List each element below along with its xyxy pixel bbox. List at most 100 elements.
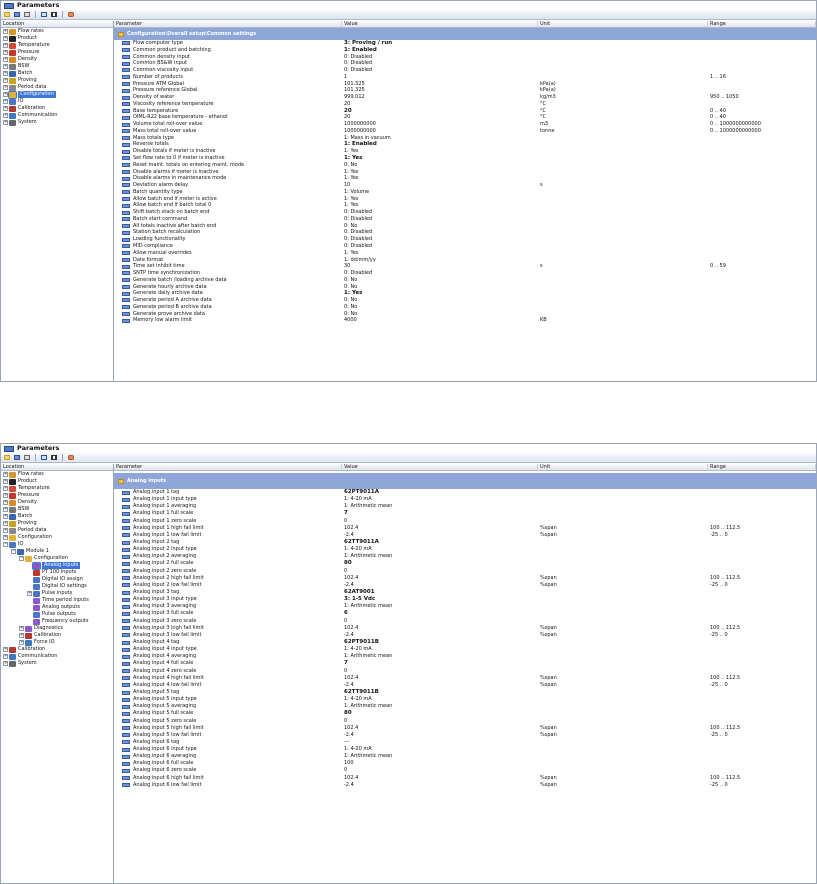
unit-column-header[interactable]: Unit bbox=[538, 21, 708, 28]
parameter-row[interactable]: Allow batch end if meter is active 1: Yes bbox=[114, 196, 816, 203]
tree-item[interactable]: PT 100 inputs bbox=[1, 569, 113, 576]
parameter-row[interactable]: Allow batch end if batch total 0 1: Yes bbox=[114, 202, 816, 209]
parameter-row[interactable]: Analog input 2 high fail limit 102.4 %span… bbox=[114, 575, 816, 582]
value-cell[interactable]: 0 bbox=[342, 618, 538, 625]
tree-item[interactable]: + Calibration bbox=[1, 632, 113, 639]
expand-icon[interactable]: + bbox=[3, 507, 8, 512]
section-header[interactable]: Configuration\Overall setup\Common setti… bbox=[114, 28, 816, 40]
expand-icon[interactable]: + bbox=[3, 92, 8, 97]
columns-icon[interactable] bbox=[50, 454, 58, 462]
tree-item[interactable]: Analog outputs bbox=[1, 604, 113, 611]
value-cell[interactable]: 1: Yes bbox=[342, 175, 538, 182]
value-cell[interactable]: 101.325 bbox=[342, 81, 538, 88]
expand-icon[interactable]: + bbox=[3, 120, 8, 125]
parameter-row[interactable]: Analog input 3 input type 3: 1-5 Vdc bbox=[114, 596, 816, 603]
value-cell[interactable]: 101.325 bbox=[342, 87, 538, 94]
expand-icon[interactable]: + bbox=[3, 113, 8, 118]
tree-icon[interactable] bbox=[40, 454, 48, 462]
parameter-row[interactable]: Station batch recalculation 0: Disabled bbox=[114, 229, 816, 236]
parameter-row[interactable]: Analog input 1 full scale 7 bbox=[114, 510, 816, 517]
expand-icon[interactable]: + bbox=[3, 71, 8, 76]
parameter-row[interactable]: Common product and batching 1: Enabled bbox=[114, 47, 816, 54]
value-cell[interactable]: -2.4 bbox=[342, 682, 538, 689]
tree-item[interactable]: + Diagnostics bbox=[1, 625, 113, 632]
value-cell[interactable]: 100 bbox=[342, 760, 538, 767]
value-cell[interactable]: 1: Arithmetic mean bbox=[342, 753, 538, 760]
value-cell[interactable]: 20 bbox=[342, 114, 538, 121]
collapse-icon[interactable]: − bbox=[19, 556, 24, 561]
tree-item[interactable]: + Calibration bbox=[1, 646, 113, 653]
value-cell[interactable]: -2.4 bbox=[342, 732, 538, 739]
value-cell[interactable]: 0: No bbox=[342, 297, 538, 304]
tree-item[interactable]: + Pressure bbox=[1, 49, 113, 56]
parameter-row[interactable]: Analog input 4 high fail limit 102.4 %span… bbox=[114, 675, 816, 682]
parameter-row[interactable]: Generate batch /loading archive data 0: N… bbox=[114, 277, 816, 284]
value-cell[interactable]: 80 bbox=[342, 560, 538, 567]
expand-icon[interactable]: + bbox=[3, 106, 8, 111]
value-cell[interactable]: --- bbox=[342, 739, 538, 746]
value-cell[interactable]: -2.4 bbox=[342, 532, 538, 539]
range-column-header[interactable]: Range bbox=[708, 21, 816, 28]
tree-item[interactable]: + Period data bbox=[1, 527, 113, 534]
parameter-row[interactable]: Analog input 2 averaging 1: Arithmetic me… bbox=[114, 553, 816, 560]
value-cell[interactable]: 0 bbox=[342, 668, 538, 675]
tree-item[interactable]: + Temperature bbox=[1, 42, 113, 49]
value-cell[interactable]: 1: Yes bbox=[342, 196, 538, 203]
value-cell[interactable]: 102.4 bbox=[342, 625, 538, 632]
parameter-row[interactable]: Base temperature 20 °C 0 .. 40 bbox=[114, 108, 816, 115]
value-column-header[interactable]: Value bbox=[342, 464, 538, 471]
parameter-row[interactable]: Batch start command 0: Disabled bbox=[114, 216, 816, 223]
parameter-row[interactable]: Analog input 4 tag 62PT9011B bbox=[114, 639, 816, 646]
tree-item[interactable]: + Flow rates bbox=[1, 28, 113, 35]
expand-icon[interactable]: + bbox=[3, 535, 8, 540]
tree-icon[interactable] bbox=[40, 11, 48, 19]
parameter-row[interactable]: Viscosity reference temperature 20 °C bbox=[114, 101, 816, 108]
tree-item[interactable]: + Force IO bbox=[1, 639, 113, 646]
value-cell[interactable]: 0 bbox=[342, 767, 538, 774]
value-cell[interactable]: 1: Volume bbox=[342, 189, 538, 196]
value-cell[interactable]: 4000 bbox=[342, 317, 538, 324]
parameter-row[interactable]: Generate period B archive data 0: No bbox=[114, 304, 816, 311]
tree-item[interactable]: + Product bbox=[1, 478, 113, 485]
open-icon[interactable] bbox=[3, 11, 11, 19]
value-cell[interactable]: 62TT9011B bbox=[342, 689, 538, 696]
tree-item[interactable]: + Pressure bbox=[1, 492, 113, 499]
value-cell[interactable]: 62PT9011B bbox=[342, 639, 538, 646]
parameter-row[interactable]: Analog input 6 averaging 1: Arithmetic me… bbox=[114, 753, 816, 760]
expand-icon[interactable]: + bbox=[3, 43, 8, 48]
tree-item[interactable]: Time period inputs bbox=[1, 597, 113, 604]
parameter-row[interactable]: Analog input 2 input type 1: 4-20 mA bbox=[114, 546, 816, 553]
value-cell[interactable]: 1000000000 bbox=[342, 128, 538, 135]
value-cell[interactable]: 0: No bbox=[342, 162, 538, 169]
tree-item[interactable]: + Communication bbox=[1, 653, 113, 660]
value-cell[interactable]: 0: Disabled bbox=[342, 243, 538, 250]
value-cell[interactable]: 1: 4-20 mA bbox=[342, 646, 538, 653]
parameter-row[interactable]: Allow manual overrides 1: Yes bbox=[114, 250, 816, 257]
expand-icon[interactable]: + bbox=[19, 633, 24, 638]
parameter-row[interactable]: Number of products 1 1 .. 16 bbox=[114, 74, 816, 81]
parameter-row[interactable]: Analog input 6 input type 1: 4-20 mA bbox=[114, 746, 816, 753]
parameter-row[interactable]: Analog input 3 tag 62AT9001 bbox=[114, 589, 816, 596]
value-cell[interactable]: 1: Enabled bbox=[342, 47, 538, 54]
expand-icon[interactable]: + bbox=[19, 640, 24, 645]
parameter-row[interactable]: Density of water 999.012 kg/m3 950 .. 1050 bbox=[114, 94, 816, 101]
value-cell[interactable]: 1: Arithmetic mean bbox=[342, 503, 538, 510]
expand-icon[interactable]: + bbox=[3, 479, 8, 484]
parameter-row[interactable]: Analog input 2 full scale 80 bbox=[114, 560, 816, 567]
parameter-row[interactable]: Common viscosity input 0: Disabled bbox=[114, 67, 816, 74]
expand-icon[interactable]: + bbox=[3, 64, 8, 69]
value-cell[interactable]: 1: Yes bbox=[342, 148, 538, 155]
parameter-row[interactable]: Analog input 6 low fail limit -2.4 %span -2… bbox=[114, 782, 816, 789]
parameter-row[interactable]: Analog input 4 low fail limit -2.4 %span -2… bbox=[114, 682, 816, 689]
value-cell[interactable]: 102.4 bbox=[342, 525, 538, 532]
parameter-row[interactable]: Analog input 5 averaging 1: Arithmetic me… bbox=[114, 703, 816, 710]
value-cell[interactable]: 0: Disabled bbox=[342, 270, 538, 277]
tree-item[interactable]: + Batch bbox=[1, 513, 113, 520]
parameter-row[interactable]: Generate daily archive data 1: Yes bbox=[114, 290, 816, 297]
value-cell[interactable]: 3: 1-5 Vdc bbox=[342, 596, 538, 603]
value-cell[interactable]: 1: dd/mm/yy bbox=[342, 257, 538, 264]
value-cell[interactable]: 1: Enabled bbox=[342, 141, 538, 148]
expand-icon[interactable]: + bbox=[3, 99, 8, 104]
parameter-row[interactable]: Analog input 1 tag 62PT9011A bbox=[114, 489, 816, 496]
parameter-row[interactable]: Analog input 6 high fail limit 102.4 %span… bbox=[114, 775, 816, 782]
